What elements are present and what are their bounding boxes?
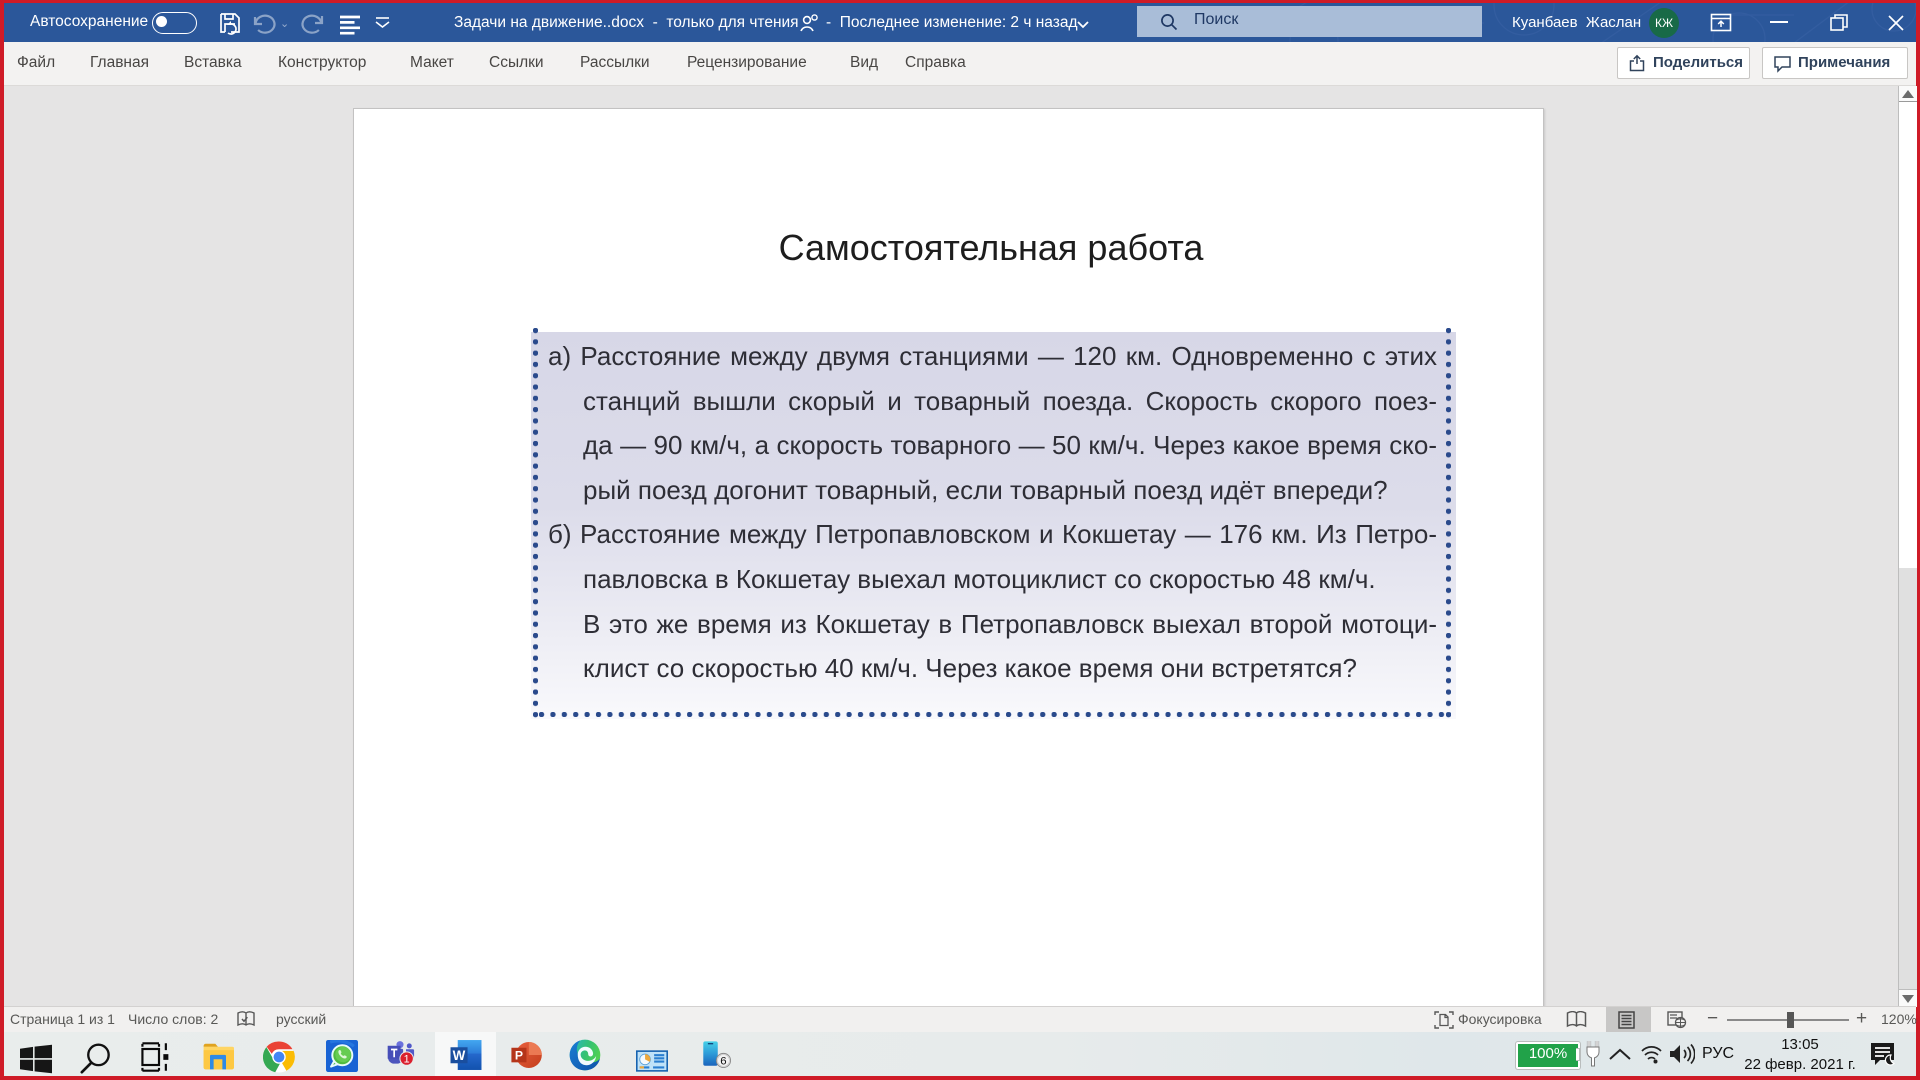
svg-text:1: 1 — [404, 1053, 410, 1065]
svg-text:W: W — [453, 1048, 466, 1063]
svg-text:6: 6 — [720, 1055, 726, 1067]
svg-text:P: P — [515, 1049, 523, 1063]
